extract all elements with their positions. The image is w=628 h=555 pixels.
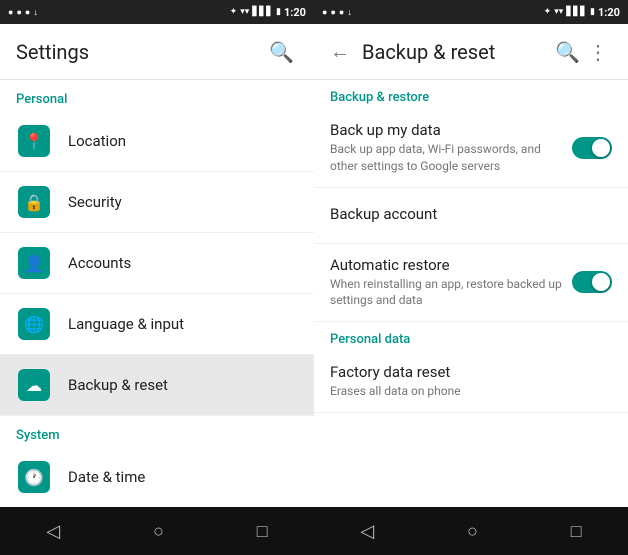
bluetooth-icon: ✦: [230, 7, 238, 17]
backup-detail-list: Backup & restore Back up my data Back up…: [314, 80, 628, 507]
back-up-data-item[interactable]: Back up my data Back up app data, Wi-Fi …: [314, 109, 628, 188]
security-icon-wrapper: 🔒: [16, 184, 52, 220]
notif-icon-r4: ↓: [347, 7, 352, 18]
notif-icon-r3: ●: [339, 7, 344, 18]
back-up-data-content: Back up my data Back up app data, Wi-Fi …: [330, 121, 572, 175]
nav-bar-right: ◁ ○ □: [314, 507, 628, 555]
status-time: 1:20: [284, 6, 306, 19]
search-icon[interactable]: 🔍: [265, 36, 298, 68]
backup-title: Backup & reset: [362, 40, 551, 64]
language-label: Language & input: [68, 315, 184, 333]
notif-icon-r1: ●: [322, 7, 327, 18]
language-icon-wrapper: 🌐: [16, 306, 52, 342]
back-up-data-title: Back up my data: [330, 121, 564, 139]
more-options-icon[interactable]: ⋮: [584, 36, 612, 68]
signal-icon: ▋▋▋: [252, 7, 273, 17]
backup-account-title: Backup account: [330, 205, 604, 223]
accounts-label: Accounts: [68, 254, 131, 272]
auto-restore-title: Automatic restore: [330, 256, 564, 274]
factory-reset-content: Factory data reset Erases all data on ph…: [330, 363, 612, 400]
backup-icon-wrapper: ☁: [16, 367, 52, 403]
status-time-r: 1:20: [598, 6, 620, 19]
backup-app-bar: ← Backup & reset 🔍 ⋮: [314, 24, 628, 80]
back-button[interactable]: ◁: [26, 513, 80, 550]
back-arrow-icon[interactable]: ←: [330, 39, 350, 64]
back-up-data-subtitle: Back up app data, Wi-Fi passwords, and o…: [330, 141, 564, 175]
backup-label: Backup & reset: [68, 376, 168, 394]
settings-app-bar: Settings 🔍: [0, 24, 314, 80]
status-icons-left: ● ● ● ↓: [8, 7, 38, 18]
language-icon: 🌐: [18, 308, 50, 340]
backup-panel: ● ● ● ↓ ✦ ▾▾ ▋▋▋ ▮ 1:20 ← Backup & reset…: [314, 0, 628, 555]
sidebar-item-location[interactable]: 📍 Location: [0, 111, 314, 172]
system-section-header: System: [0, 416, 314, 447]
notif-icon-r2: ●: [330, 7, 335, 18]
sidebar-item-security[interactable]: 🔒 Security: [0, 172, 314, 233]
datetime-icon: 🕐: [18, 461, 50, 493]
search-icon-right[interactable]: 🔍: [551, 36, 584, 68]
location-label: Location: [68, 132, 126, 150]
bluetooth-icon-r: ✦: [544, 7, 552, 17]
factory-reset-subtitle: Erases all data on phone: [330, 383, 604, 400]
nav-bar-left: ◁ ○ □: [0, 507, 314, 555]
settings-title: Settings: [16, 40, 265, 64]
accounts-icon: 👤: [18, 247, 50, 279]
notification-icon3: ●: [25, 7, 30, 18]
settings-list: Personal 📍 Location 🔒 Security 👤 Account…: [0, 80, 314, 507]
back-button-r[interactable]: ◁: [340, 513, 394, 550]
status-icons-right-left: ● ● ● ↓: [322, 7, 352, 18]
notification-icon2: ●: [16, 7, 21, 18]
wifi-icon-r: ▾▾: [554, 7, 563, 17]
recent-button[interactable]: □: [237, 513, 288, 550]
backup-account-content: Backup account: [330, 205, 612, 225]
battery-icon-r: ▮: [590, 7, 595, 17]
backup-icon: ☁: [18, 369, 50, 401]
factory-reset-title: Factory data reset: [330, 363, 604, 381]
back-up-data-toggle[interactable]: [572, 137, 612, 159]
settings-panel: ● ● ● ↓ ✦ ▾▾ ▋▋▋ ▮ 1:20 Settings 🔍 Perso…: [0, 0, 314, 555]
status-bar-left: ● ● ● ↓ ✦ ▾▾ ▋▋▋ ▮ 1:20: [0, 0, 314, 24]
sidebar-item-datetime[interactable]: 🕐 Date & time: [0, 447, 314, 507]
security-label: Security: [68, 193, 122, 211]
security-icon: 🔒: [18, 186, 50, 218]
home-button[interactable]: ○: [133, 513, 184, 550]
backup-restore-header: Backup & restore: [314, 80, 628, 109]
sidebar-item-accounts[interactable]: 👤 Accounts: [0, 233, 314, 294]
sidebar-item-language[interactable]: 🌐 Language & input: [0, 294, 314, 355]
home-button-r[interactable]: ○: [447, 513, 498, 550]
status-icons-right: ✦ ▾▾ ▋▋▋ ▮ 1:20: [230, 6, 306, 19]
auto-restore-subtitle: When reinstalling an app, restore backed…: [330, 276, 564, 310]
wifi-icon: ▾▾: [240, 7, 249, 17]
factory-reset-item[interactable]: Factory data reset Erases all data on ph…: [314, 351, 628, 413]
recent-button-r[interactable]: □: [551, 513, 602, 550]
sidebar-item-backup[interactable]: ☁ Backup & reset: [0, 355, 314, 416]
auto-restore-toggle[interactable]: [572, 271, 612, 293]
personal-section-header: Personal: [0, 80, 314, 111]
status-icons-right-right: ✦ ▾▾ ▋▋▋ ▮ 1:20: [544, 6, 620, 19]
location-icon: 📍: [18, 125, 50, 157]
status-bar-right: ● ● ● ↓ ✦ ▾▾ ▋▋▋ ▮ 1:20: [314, 0, 628, 24]
notification-icon: ●: [8, 7, 13, 18]
battery-icon: ▮: [276, 7, 281, 17]
personal-data-header: Personal data: [314, 322, 628, 351]
auto-restore-content: Automatic restore When reinstalling an a…: [330, 256, 572, 310]
auto-restore-item[interactable]: Automatic restore When reinstalling an a…: [314, 244, 628, 323]
datetime-icon-wrapper: 🕐: [16, 459, 52, 495]
notification-icon4: ↓: [33, 7, 38, 18]
signal-icon-r: ▋▋▋: [566, 7, 587, 17]
backup-account-item[interactable]: Backup account: [314, 188, 628, 244]
location-icon-wrapper: 📍: [16, 123, 52, 159]
datetime-label: Date & time: [68, 468, 145, 486]
accounts-icon-wrapper: 👤: [16, 245, 52, 281]
